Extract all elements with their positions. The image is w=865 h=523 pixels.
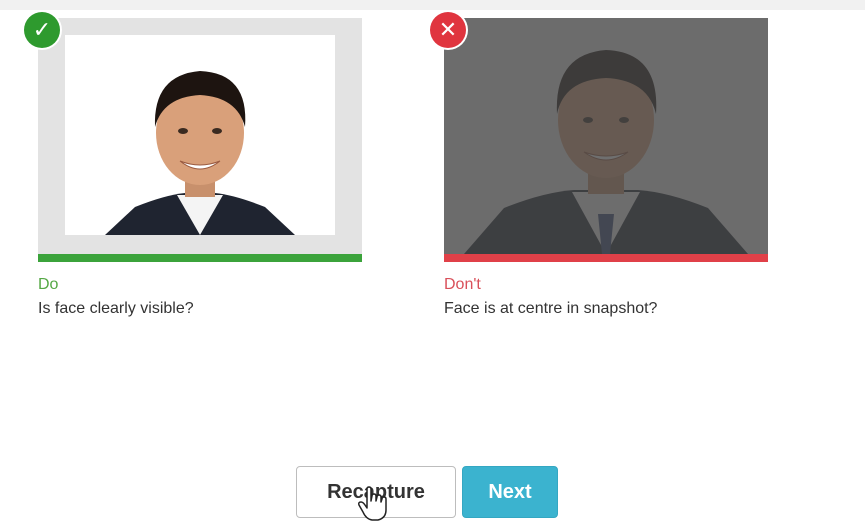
action-buttons: Recapture Next [296,466,558,518]
dont-example-card: ✕ Don't Face is at centre in snapshot? [430,12,768,318]
dont-status-bar [444,254,768,262]
do-example-card: ✓ Do Is face clearly visible? [24,12,362,318]
do-status-bar [38,254,362,262]
hand-cursor-icon [358,486,387,521]
cross-icon: ✕ [430,12,466,48]
do-label: Do [38,276,59,293]
next-button[interactable]: Next [462,466,558,518]
do-photo-frame [38,18,362,254]
dark-overlay [444,18,768,254]
do-example-photo [65,35,335,235]
do-description: Is face clearly visible? [38,300,194,317]
check-icon: ✓ [24,12,60,48]
face-capture-guidelines-page: ✓ Do Is face clearly visible? ✕ Don't Fa… [0,0,865,523]
top-strip [0,0,865,10]
dont-example-photo [444,18,768,254]
dont-photo-frame [444,18,768,254]
dont-label: Don't [444,276,481,293]
dont-description: Face is at centre in snapshot? [444,300,658,317]
